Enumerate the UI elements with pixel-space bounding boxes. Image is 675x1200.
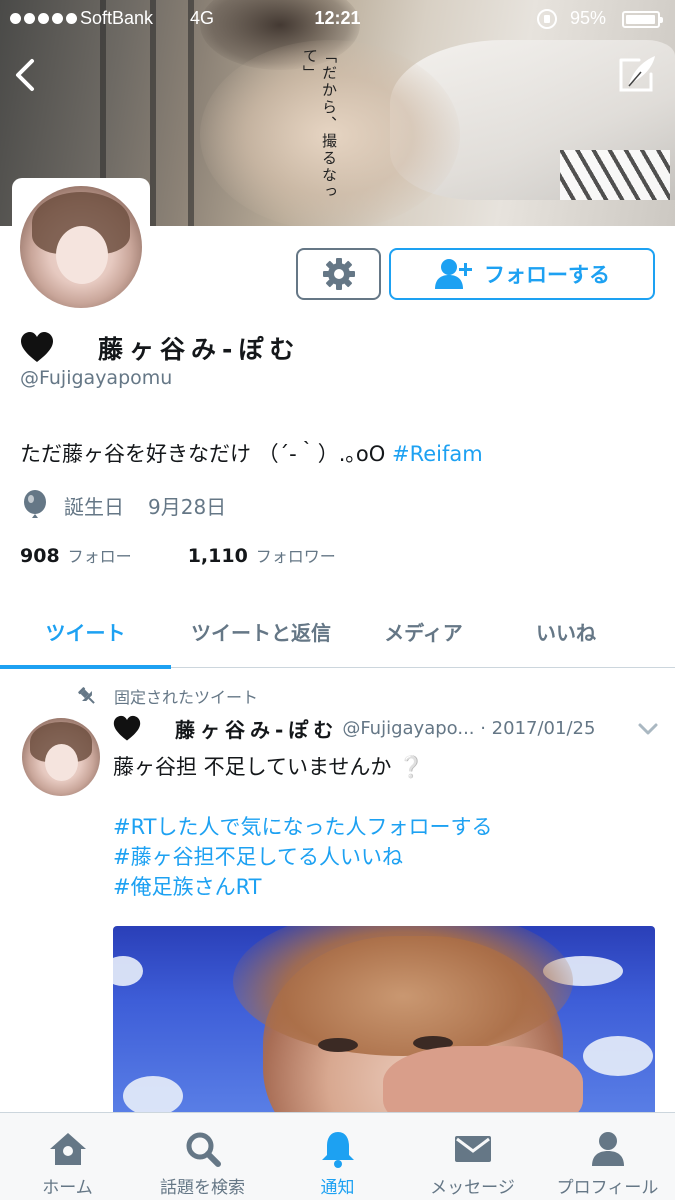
following-count: 908 xyxy=(20,545,60,567)
tab-likes[interactable]: いいね xyxy=(496,594,636,668)
birthday-label: 誕生日 xyxy=(64,494,124,519)
add-user-icon xyxy=(435,259,472,289)
nav-home-label: ホーム xyxy=(42,1178,93,1198)
nav-profile[interactable]: プロフィール xyxy=(540,1113,675,1200)
compose-feather-icon xyxy=(619,56,655,92)
profile-bio: ただ藤ヶ谷を好きなだけ （´-｀）.｡oO #Reifam xyxy=(20,438,483,468)
tweet-media-image[interactable] xyxy=(113,926,655,1116)
gear-icon xyxy=(322,258,355,290)
follow-button[interactable]: フォローする xyxy=(389,248,655,300)
profile-avatar[interactable] xyxy=(12,178,150,316)
avatar-image xyxy=(20,186,142,308)
tab-media[interactable]: メディア xyxy=(351,594,496,668)
nav-messages[interactable]: メッセージ xyxy=(405,1113,540,1200)
nav-profile-label: プロフィール xyxy=(556,1178,659,1198)
pinned-label: 固定されたツイート xyxy=(114,688,259,707)
tweet-text: 藤ヶ谷担 不足していませんか ❔ xyxy=(113,752,653,782)
status-bar: SoftBank 4G 12:21 95% xyxy=(0,0,675,38)
black-heart-icon xyxy=(21,332,53,362)
follow-stats: 908 フォロー 1,110 フォロワー xyxy=(20,543,336,567)
hashtag-link[interactable]: #俺足族さんRT xyxy=(113,872,493,902)
nav-notifications-label: 通知 xyxy=(320,1178,355,1198)
pinned-indicator: 固定されたツイート xyxy=(76,684,258,708)
search-icon xyxy=(186,1132,221,1167)
bell-icon xyxy=(321,1132,354,1168)
banner-vertical-text: 「だから、撮るなって」 xyxy=(301,48,338,201)
profile-settings-button[interactable] xyxy=(296,248,381,300)
following-label: フォロー xyxy=(67,547,132,566)
balloon-icon xyxy=(24,490,46,518)
tweet-body: 藤ヶ谷担 不足していませんか xyxy=(113,755,392,779)
tab-tweets[interactable]: ツイート xyxy=(0,594,171,669)
tab-tweets-and-replies[interactable]: ツイートと返信 xyxy=(171,594,351,668)
bio-text: ただ藤ヶ谷を好きなだけ （´-｀）.｡oO xyxy=(20,442,392,466)
profile-name-row: 藤ヶ谷み-ぽむ xyxy=(20,330,300,366)
nav-search[interactable]: 話題を検索 xyxy=(135,1113,270,1200)
question-mark-emoji: ❔ xyxy=(398,755,425,779)
followers-link[interactable]: 1,110 フォロワー xyxy=(188,543,336,567)
media-hand xyxy=(383,1046,583,1116)
profile-birthday: 誕生日 9月28日 xyxy=(22,490,226,520)
birthday-date: 9月28日 xyxy=(148,494,227,519)
media-eye xyxy=(318,1038,358,1052)
rotation-lock-icon xyxy=(537,9,557,29)
profile-handle: @Fujigayapomu xyxy=(20,367,173,389)
follow-button-label: フォローする xyxy=(484,263,610,287)
followers-count: 1,110 xyxy=(187,545,248,567)
media-cloud xyxy=(123,1076,183,1116)
hashtag-link[interactable]: #藤ヶ谷担不足してる人いいね xyxy=(113,842,493,872)
tweet-meta: @Fujigayapo... · 2017/01/25 xyxy=(342,718,596,739)
compose-tweet-button[interactable] xyxy=(615,52,659,96)
nav-notifications[interactable]: 通知 xyxy=(270,1113,405,1200)
nav-messages-label: メッセージ xyxy=(430,1178,515,1198)
followers-label: フォロワー xyxy=(255,547,336,566)
tweet-hashtags: #RTした人で気になった人フォローする #藤ヶ谷担不足してる人いいね #俺足族さ… xyxy=(113,812,493,902)
banner-bird-pattern xyxy=(560,150,670,200)
chevron-down-icon[interactable] xyxy=(637,722,659,736)
display-name: 藤ヶ谷み-ぽむ xyxy=(98,335,301,364)
media-cloud xyxy=(583,1036,653,1076)
nav-home[interactable]: ホーム xyxy=(0,1113,135,1200)
person-icon xyxy=(591,1132,624,1166)
hashtag-link[interactable]: #RTした人で気になった人フォローする xyxy=(113,812,493,842)
bottom-tab-bar: ホーム 話題を検索 通知 メッセージ プロフィール xyxy=(0,1112,675,1200)
battery-percent: 95% xyxy=(570,8,607,28)
back-button[interactable] xyxy=(10,55,42,95)
bio-hashtag-link[interactable]: #Reifam xyxy=(392,442,483,466)
profile-tabs: ツイート ツイートと返信 メディア いいね xyxy=(0,594,675,669)
tweet-author-avatar[interactable] xyxy=(22,718,100,796)
chevron-left-icon xyxy=(16,59,34,91)
battery-icon xyxy=(622,11,663,28)
home-icon xyxy=(49,1133,86,1165)
pin-icon xyxy=(78,687,95,704)
black-heart-icon xyxy=(113,715,141,741)
following-link[interactable]: 908 フォロー xyxy=(20,543,132,567)
nav-search-label: 話題を検索 xyxy=(160,1178,245,1198)
media-cloud xyxy=(113,956,143,986)
battery-fill xyxy=(626,15,655,24)
tweet-header: 藤ヶ谷み-ぽむ @Fujigayapo... · 2017/01/25 xyxy=(113,714,663,743)
tweet-author-name[interactable]: 藤ヶ谷み-ぽむ xyxy=(175,714,338,743)
envelope-icon xyxy=(454,1136,491,1162)
